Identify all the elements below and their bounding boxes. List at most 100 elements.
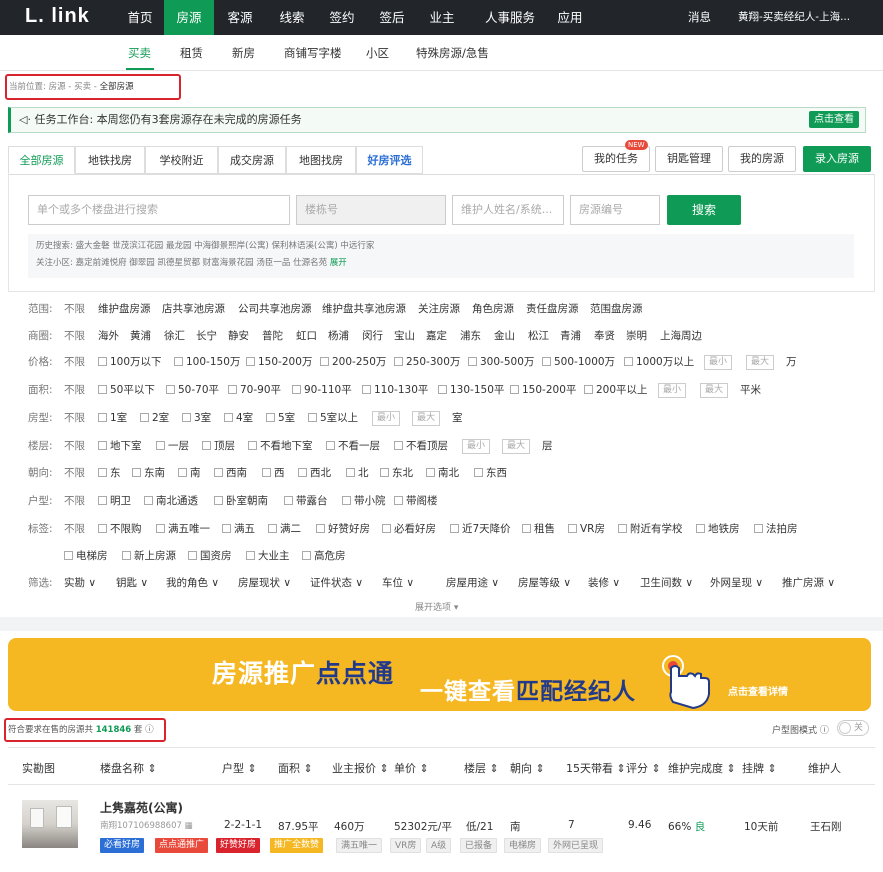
filter-option[interactable]: 浦东 (460, 326, 481, 346)
tab-all-listings[interactable]: 全部房源 (8, 146, 75, 174)
dropdown-online[interactable]: 外网呈现 ∨ (710, 573, 763, 593)
filter-option[interactable]: 普陀 (262, 326, 283, 346)
filter-option[interactable]: 不限 (64, 380, 85, 400)
nav-contract[interactable]: 签约 (320, 0, 364, 35)
dropdown-decoration[interactable]: 装修 ∨ (588, 573, 620, 593)
dropdown-role[interactable]: 我的角色 ∨ (166, 573, 219, 593)
subnav-buy[interactable]: 买卖 (128, 45, 151, 61)
area-min-input[interactable]: 最小 (658, 383, 687, 398)
filter-checkbox[interactable]: 50平以下 (98, 380, 155, 400)
filter-checkbox[interactable]: 带阁楼 (394, 491, 438, 511)
filter-checkbox[interactable]: 不看一层 (326, 436, 380, 456)
filter-checkbox[interactable]: 50-70平 (166, 380, 219, 400)
key-management-button[interactable]: 钥匙管理 (655, 146, 723, 172)
subnav-new[interactable]: 新房 (232, 45, 255, 61)
filter-checkbox[interactable]: 5室以上 (308, 408, 358, 428)
filter-checkbox[interactable]: 卧室朝南 (214, 491, 268, 511)
col-views[interactable]: 15天带看 ⇕ (566, 760, 626, 776)
filter-checkbox[interactable]: 顶层 (202, 436, 235, 456)
filter-option[interactable]: 海外 (98, 326, 119, 346)
filter-option[interactable]: 黄浦 (130, 326, 151, 346)
filter-checkbox[interactable]: 500-1000万 (542, 352, 615, 372)
filter-checkbox[interactable]: 150-200平 (510, 380, 576, 400)
col-price[interactable]: 业主报价 ⇕ (332, 760, 389, 776)
dropdown-keys[interactable]: 钥匙 ∨ (116, 573, 148, 593)
filter-option[interactable]: 崇明 (626, 326, 647, 346)
dropdown-usage[interactable]: 房屋用途 ∨ (446, 573, 499, 593)
listing-photo[interactable] (22, 800, 78, 848)
tab-map[interactable]: 地图找房 (286, 146, 356, 174)
expand-options-button[interactable]: 展开选项 ▾ (415, 600, 458, 613)
filter-option[interactable]: 角色房源 (472, 299, 514, 319)
filter-option[interactable]: 静安 (228, 326, 249, 346)
filter-checkbox[interactable]: 300-500万 (468, 352, 534, 372)
filter-option[interactable]: 上海周边 (660, 326, 702, 346)
filter-option[interactable]: 不限 (64, 491, 85, 511)
nav-post-contract[interactable]: 签后 (370, 0, 414, 35)
subnav-rent[interactable]: 租赁 (180, 45, 203, 61)
filter-checkbox[interactable]: 国资房 (188, 546, 232, 566)
filter-option[interactable]: 不限 (64, 436, 85, 456)
subnav-special[interactable]: 特殊房源/急售 (416, 45, 489, 61)
subnav-shops[interactable]: 商铺写字楼 (284, 45, 342, 61)
filter-option[interactable]: 徐汇 (164, 326, 185, 346)
filter-option[interactable]: 维护盘房源 (98, 299, 151, 319)
subnav-community[interactable]: 小区 (366, 45, 389, 61)
filter-checkbox[interactable]: 高危房 (302, 546, 346, 566)
filter-checkbox[interactable]: 东 (98, 463, 121, 483)
owner-input[interactable]: 维护人姓名/系统... (452, 195, 564, 225)
listing-id-input[interactable]: 房源编号 (570, 195, 660, 225)
filter-option[interactable]: 奉贤 (594, 326, 615, 346)
filter-option[interactable]: 店共享池房源 (162, 299, 225, 319)
filter-checkbox[interactable]: 一层 (156, 436, 189, 456)
breadcrumb-listings[interactable]: 房源 (49, 82, 66, 92)
filter-checkbox[interactable]: 满五 (222, 519, 255, 539)
price-max-input[interactable]: 最大 (746, 355, 775, 370)
filter-checkbox[interactable]: VR房 (568, 519, 605, 539)
filter-checkbox[interactable]: 东北 (380, 463, 413, 483)
col-layout[interactable]: 户型 ⇕ (222, 760, 257, 776)
link-logo[interactable]: L. link (25, 5, 90, 28)
nav-apps[interactable]: 应用 (548, 0, 592, 35)
help-icon[interactable]: ⓘ (145, 725, 154, 735)
filter-checkbox[interactable]: 不限购 (98, 519, 142, 539)
filter-checkbox[interactable]: 200平以上 (584, 380, 648, 400)
dropdown-promoted[interactable]: 推广房源 ∨ (782, 573, 835, 593)
tab-school[interactable]: 学校附近 (145, 146, 218, 174)
filter-option[interactable]: 杨浦 (328, 326, 349, 346)
nav-user[interactable]: 黄翔-买卖经纪人-上海... (738, 0, 850, 35)
col-floor[interactable]: 楼层 ⇕ (464, 760, 499, 776)
filter-checkbox[interactable]: 好赞好房 (316, 519, 370, 539)
filter-checkbox[interactable]: 150-200万 (246, 352, 312, 372)
filter-checkbox[interactable]: 明卫 (98, 491, 131, 511)
filter-checkbox[interactable]: 200-250万 (320, 352, 386, 372)
dropdown-certificate[interactable]: 证件状态 ∨ (310, 573, 363, 593)
filter-checkbox[interactable]: 3室 (182, 408, 211, 428)
filter-option[interactable]: 不限 (64, 463, 85, 483)
filter-option[interactable]: 不限 (64, 326, 85, 346)
filter-checkbox[interactable]: 90-110平 (292, 380, 352, 400)
filter-checkbox[interactable]: 西 (262, 463, 285, 483)
dropdown-survey[interactable]: 实勘 ∨ (64, 573, 96, 593)
nav-home[interactable]: 首页 (118, 0, 162, 35)
filter-option[interactable]: 责任盘房源 (526, 299, 579, 319)
filter-checkbox[interactable]: 130-150平 (438, 380, 504, 400)
nav-leads[interactable]: 线索 (270, 0, 314, 35)
filter-option[interactable]: 金山 (494, 326, 515, 346)
filter-checkbox[interactable]: 法拍房 (754, 519, 798, 539)
filter-option[interactable]: 青浦 (560, 326, 581, 346)
filter-option[interactable]: 不限 (64, 408, 85, 428)
nav-messages[interactable]: 消息 (688, 0, 711, 35)
filter-option[interactable]: 不限 (64, 519, 85, 539)
col-listed[interactable]: 挂牌 ⇕ (742, 760, 777, 776)
filter-option[interactable]: 维护盘共享池房源 (322, 299, 406, 319)
expand-follow-link[interactable]: 展开 (330, 258, 347, 268)
building-input[interactable]: 楼栋号 (296, 195, 446, 225)
promo-banner[interactable]: 房源推广点点通 一键查看匹配经纪人 点击查看详情 (8, 638, 871, 711)
add-listing-button[interactable]: 录入房源 (803, 146, 871, 172)
filter-checkbox[interactable]: 地铁房 (696, 519, 740, 539)
search-button[interactable]: 搜索 (667, 195, 741, 225)
dropdown-bathrooms[interactable]: 卫生间数 ∨ (640, 573, 693, 593)
filter-checkbox[interactable]: 满五唯一 (156, 519, 210, 539)
filter-option[interactable]: 公司共享池房源 (238, 299, 312, 319)
